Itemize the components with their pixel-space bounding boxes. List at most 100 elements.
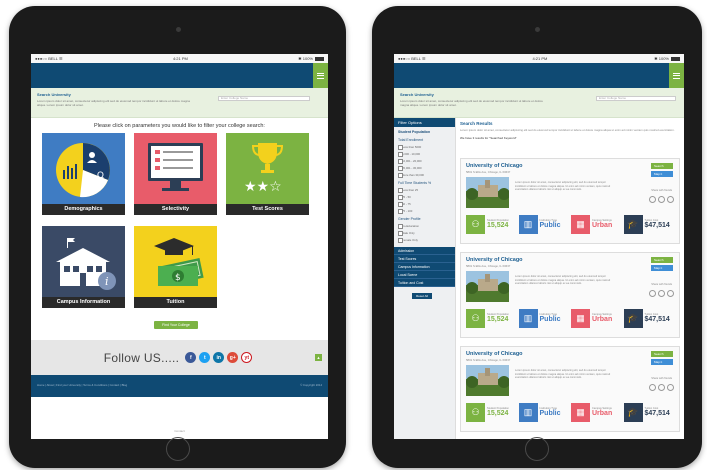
facebook-icon[interactable] [649, 290, 656, 297]
google-plus-icon[interactable]: g+ [227, 352, 239, 363]
campus-icon: ▦ [571, 308, 590, 328]
search-section: Search University Lorem ipsum dolor sit … [394, 88, 684, 118]
filter-option[interactable]: Female Only [394, 236, 455, 243]
camera [175, 27, 181, 32]
tile-label: Test Scores [226, 204, 309, 215]
institution-icon: ▥ [518, 214, 538, 234]
campus-photo [466, 271, 509, 302]
university-card[interactable]: University of Chicago 5801 S Ellis Ave, … [460, 346, 680, 432]
google-plus-icon[interactable] [667, 290, 674, 297]
twitter-icon[interactable] [658, 196, 665, 203]
filter-option[interactable]: 5,000 - 10,000 [394, 150, 455, 157]
search-button[interactable]: Search [651, 351, 673, 357]
filter-accordion-local-scene[interactable]: Local Scene [394, 271, 455, 279]
menu-icon[interactable] [669, 63, 684, 88]
search-button[interactable]: Search [651, 257, 673, 263]
stat-value: 15,524 [487, 221, 509, 229]
site-header [394, 63, 684, 88]
tile-campus-information[interactable]: i Campus Information [42, 226, 125, 308]
copyright: © Copyright 2014 [300, 383, 322, 387]
camera [535, 27, 540, 32]
university-name[interactable]: University of Chicago [466, 163, 523, 169]
stat-value: $47,514 [644, 315, 670, 323]
filter-option[interactable]: Less than 5000 [394, 143, 455, 150]
filter-accordion-campus-information[interactable]: Campus Information [394, 263, 455, 271]
university-address: 5801 S Ellis Ave, Chicago, IL 60637 [466, 358, 511, 362]
search-description: Lorem ipsum dolor sit amet, consectetur … [400, 99, 543, 107]
results-title: Search Results [460, 121, 493, 126]
stat-tuition: 🎓 Tuition Cost $47,514 [623, 308, 675, 328]
footer-links[interactable]: Home | About | Find your University | Te… [37, 383, 127, 389]
filter-section-title[interactable]: Student Population [394, 127, 455, 135]
stat-value: $47,514 [644, 221, 670, 229]
university-card[interactable]: University of Chicago 5801 S Ellis Ave, … [460, 158, 680, 244]
search-button[interactable]: Search [651, 163, 673, 169]
campus-icon: ▦ [571, 214, 590, 234]
filter-option[interactable]: 50 - 75 [394, 200, 455, 207]
menu-icon[interactable] [313, 63, 328, 88]
tuition-icon: 🎓 [623, 214, 643, 234]
tile-label: Selectivity [134, 204, 217, 215]
filter-accordion-tuition-cost[interactable]: Tuition and Cost [394, 279, 455, 287]
find-college-button[interactable]: Find Your College [154, 321, 198, 329]
filter-option[interactable]: 10,001 - 20,000 [394, 157, 455, 164]
tile-tuition[interactable]: $ Tuition [134, 226, 217, 308]
campus-photo [466, 177, 509, 208]
tile-label: Campus Information [42, 297, 125, 308]
filter-option[interactable]: Male Only [394, 229, 455, 236]
tile-demographics[interactable]: Ω Demographics [42, 133, 125, 215]
map-it-button[interactable]: Map it [651, 171, 673, 177]
reset-all-button[interactable]: Reset All [412, 293, 432, 299]
google-plus-icon[interactable] [667, 384, 674, 391]
university-card[interactable]: University of Chicago 5801 S Ellis Ave, … [460, 252, 680, 338]
results-screen: ●●●○○ BELL ☰ 4:21 PM ✱ 100% Search Unive… [394, 54, 684, 439]
filter-header: Filter Options [394, 118, 455, 127]
search-section: Search University Lorem ipsum dolor sit … [31, 88, 328, 118]
search-input[interactable]: Enter College Name [218, 96, 310, 101]
filter-option[interactable]: More than 30,000 [394, 171, 455, 178]
google-plus-icon[interactable] [667, 196, 674, 203]
home-button[interactable] [165, 437, 190, 461]
search-description: Lorem ipsum dolor sit amet, consectetur … [37, 99, 190, 107]
filter-option[interactable]: Less than 25 [394, 186, 455, 193]
university-name[interactable]: University of Chicago [466, 351, 523, 357]
facebook-icon[interactable] [649, 384, 656, 391]
stat-value: Urban [592, 221, 613, 229]
university-description: Lorem ipsum dolor sit amet, consectetur … [515, 369, 611, 380]
map-it-button[interactable]: Map it [651, 359, 673, 365]
filter-section-title: Gender Profile [398, 217, 421, 221]
site-footer: Home | About | Find your University | Te… [31, 375, 328, 397]
tile-test-scores[interactable]: ★★☆ Test Scores [226, 133, 309, 215]
filter-option[interactable]: 25 - 50 [394, 193, 455, 200]
home-button[interactable] [525, 437, 549, 461]
search-input[interactable]: Enter College Name [596, 96, 676, 101]
filter-instruction: Please click on parameters you would lik… [94, 123, 265, 129]
linkedin-icon[interactable]: in [213, 352, 225, 363]
facebook-icon[interactable] [649, 196, 656, 203]
twitter-icon[interactable] [658, 384, 665, 391]
filter-accordion-test-scores[interactable]: Test Scores [394, 255, 455, 263]
twitter-icon[interactable] [658, 290, 665, 297]
university-stats: ⚇ Student Population 15,524 ▥ Institution Ty… [466, 308, 674, 328]
campus-icon: ▦ [571, 402, 590, 422]
follow-bar: Follow US..... f t in g+ yt ▲ [31, 340, 328, 375]
stat-value: Public [539, 221, 561, 229]
facebook-icon[interactable]: f [185, 352, 197, 363]
tile-selectivity[interactable]: Selectivity [134, 133, 217, 215]
stat-population: ⚇ Student Population 15,524 [466, 308, 517, 328]
university-name[interactable]: University of Chicago [466, 257, 523, 263]
institution-icon: ▥ [518, 308, 538, 328]
filter-option[interactable]: Co-Education [394, 222, 455, 229]
youtube-icon[interactable]: yt [241, 352, 253, 363]
stat-value: Urban [592, 409, 613, 417]
filter-option[interactable]: 20,001 - 30,000 [394, 164, 455, 171]
twitter-icon[interactable]: t [199, 352, 211, 363]
filter-option[interactable]: 75 - 100 [394, 207, 455, 214]
filter-accordion-admission[interactable]: Admission [394, 247, 455, 255]
filter-section-title: Total Enrollment [398, 138, 424, 142]
stage: ●●●○○ BELL ☰ 4:21 PM ✱ 100% Search Unive… [0, 0, 707, 470]
map-it-button[interactable]: Map it [651, 265, 673, 271]
scroll-top-icon[interactable]: ▲ [315, 354, 322, 361]
university-description: Lorem ipsum dolor sit amet, consectetur … [515, 181, 611, 192]
university-stats: ⚇ Student Population 15,524 ▥ Institution Ty… [466, 402, 674, 422]
